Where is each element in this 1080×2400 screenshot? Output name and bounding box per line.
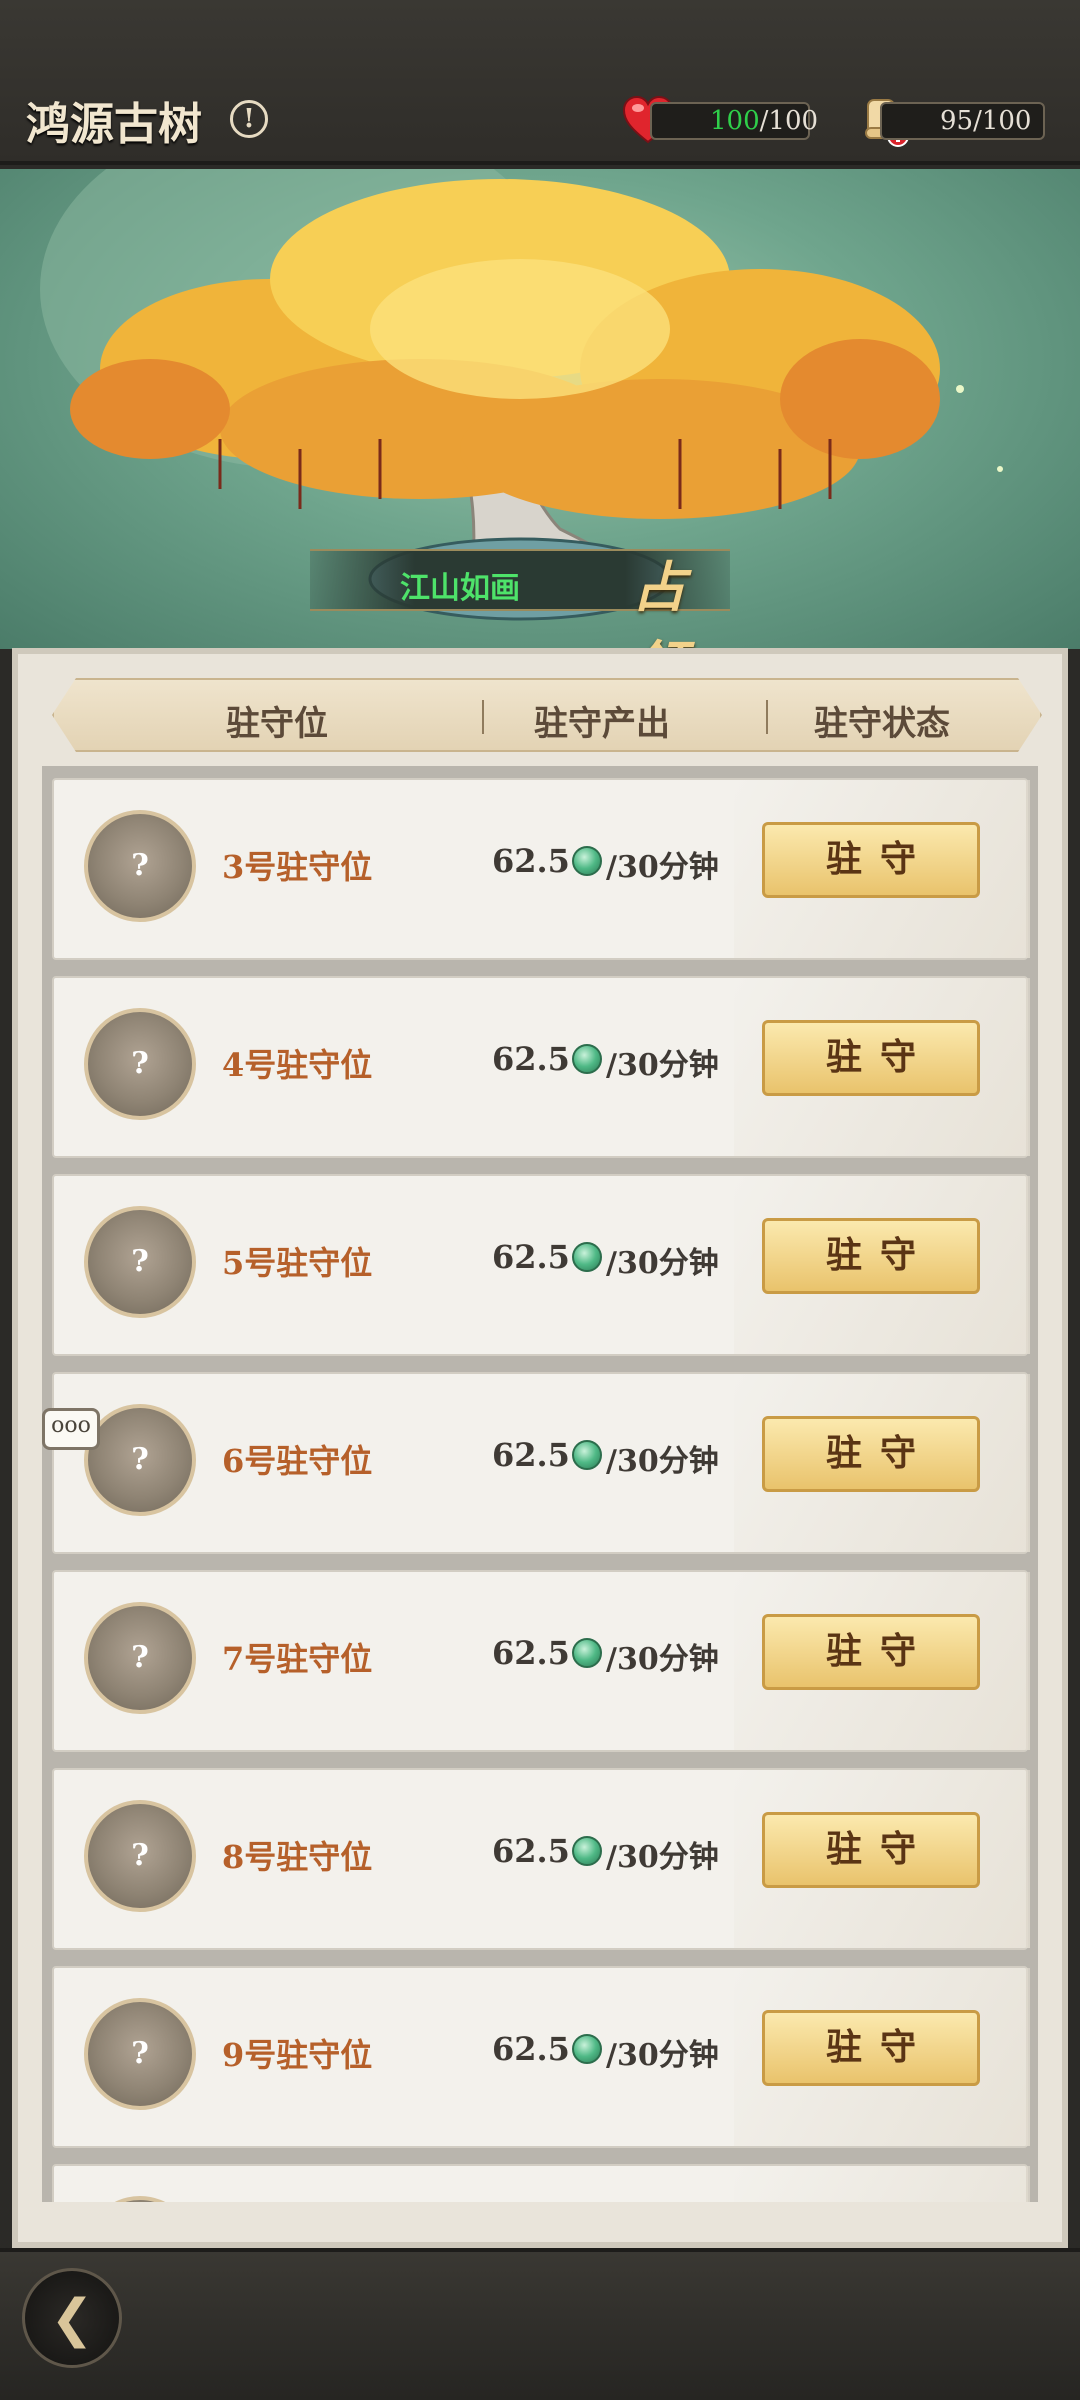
avatar-placeholder: ? xyxy=(131,848,149,883)
table-row: ? 5号驻守位 62.5 /30分钟 驻守 xyxy=(52,1174,1030,1356)
guard-button[interactable]: 驻守 xyxy=(762,1020,980,1096)
jade-coin-icon xyxy=(572,846,602,876)
slot-name: 4号驻守位 xyxy=(222,1046,373,1084)
table-row: ? 4号驻守位 62.5 /30分钟 驻守 xyxy=(52,976,1030,1158)
avatar-placeholder: ? xyxy=(131,2036,149,2071)
output-amount: 62.5 xyxy=(492,1832,570,1870)
output-amount: 62.5 xyxy=(492,1436,570,1474)
output-amount: 62.5 xyxy=(492,2030,570,2068)
slot-name: 6号驻守位 xyxy=(222,1442,373,1480)
jade-coin-icon xyxy=(572,1638,602,1668)
avatar[interactable]: ? xyxy=(84,1998,196,2110)
output-amount: 62.5 xyxy=(492,1634,570,1672)
stamina-current: 100 xyxy=(710,106,760,136)
header-status: 驻守状态 xyxy=(814,704,950,744)
table-row: ? 9号驻守位 62.5 /30分钟 驻守 xyxy=(52,1966,1030,2148)
slot-name: 8号驻守位 xyxy=(222,1838,373,1876)
table-row-partial xyxy=(52,2164,1030,2202)
output-rate: /30分钟 xyxy=(606,1444,719,1479)
back-button[interactable]: ❮ xyxy=(22,2268,122,2368)
avatar-placeholder: ? xyxy=(131,1046,149,1081)
guard-button[interactable]: 驻守 xyxy=(762,1812,980,1888)
top-bar: 鸿源古树 ! 100/100 95/100 xyxy=(0,0,1080,165)
avatar[interactable]: ? xyxy=(84,1404,196,1516)
avatar[interactable]: ? xyxy=(84,1602,196,1714)
jade-coin-icon xyxy=(572,1440,602,1470)
avatar[interactable]: ? xyxy=(84,1206,196,1318)
table-row: ? 3号驻守位 62.5 /30分钟 驻守 xyxy=(52,778,1030,960)
slot-name: 5号驻守位 xyxy=(222,1244,373,1282)
slot-name: 7号驻守位 xyxy=(222,1640,373,1678)
avatar-placeholder: ? xyxy=(131,1442,149,1477)
jade-coin-icon xyxy=(572,2034,602,2064)
avatar[interactable]: ? xyxy=(84,810,196,922)
output-rate: /30分钟 xyxy=(606,1048,719,1083)
output-rate: /30分钟 xyxy=(606,1642,719,1677)
occupy-label: 占领 xyxy=(632,555,686,649)
page-title: 鸿源古树 xyxy=(26,99,202,150)
avatar-placeholder: ? xyxy=(131,1244,149,1279)
scroll-counter: 95/100 xyxy=(880,102,1045,140)
output-rate: /30分钟 xyxy=(606,2038,719,2073)
output-rate: /30分钟 xyxy=(606,1840,719,1875)
guard-button[interactable]: 驻守 xyxy=(762,1614,980,1690)
table-row: ? 6号驻守位 62.5 /30分钟 驻守 xyxy=(52,1372,1030,1554)
output-rate: /30分钟 xyxy=(606,850,719,885)
garrison-list[interactable]: ? 3号驻守位 62.5 /30分钟 驻守 ? 4号驻守位 62.5 /30分钟… xyxy=(42,766,1038,2202)
bottom-bar xyxy=(0,2248,1080,2400)
avatar[interactable]: ? xyxy=(84,1800,196,1912)
header-output: 驻守产出 xyxy=(534,704,670,744)
guard-button[interactable]: 驻守 xyxy=(762,2010,980,2086)
slot-name: 9号驻守位 xyxy=(222,2036,373,2074)
header-divider xyxy=(766,700,768,734)
avatar-placeholder: ? xyxy=(131,1838,149,1873)
chat-bubble-icon[interactable]: ooo xyxy=(42,1408,100,1450)
output-amount: 62.5 xyxy=(492,842,570,880)
stamina-counter: 100/100 xyxy=(650,102,818,140)
guard-button[interactable]: 驻守 xyxy=(762,1218,980,1294)
avatar[interactable] xyxy=(84,2196,196,2202)
output-amount: 62.5 xyxy=(492,1040,570,1078)
jade-coin-icon xyxy=(572,1836,602,1866)
table-row: ? 7号驻守位 62.5 /30分钟 驻守 xyxy=(52,1570,1030,1752)
stamina-max: /100 xyxy=(759,106,819,136)
avatar-placeholder: ? xyxy=(131,1640,149,1675)
ancient-tree-scene: 江山如画 占领 xyxy=(0,169,1080,649)
slot-name: 3号驻守位 xyxy=(222,848,373,886)
back-icon: ❮ xyxy=(50,2289,94,2349)
output-amount: 62.5 xyxy=(492,1238,570,1276)
header-slot: 驻守位 xyxy=(226,704,328,744)
guard-button[interactable]: 驻守 xyxy=(762,822,980,898)
output-rate: /30分钟 xyxy=(606,1246,719,1281)
table-header: 驻守位 驻守产出 驻守状态 xyxy=(52,678,1042,752)
jade-coin-icon xyxy=(572,1242,602,1272)
avatar[interactable]: ? xyxy=(84,1008,196,1120)
table-row: ? 8号驻守位 62.5 /30分钟 驻守 xyxy=(52,1768,1030,1950)
garrison-panel: 驻守位 驻守产出 驻守状态 ? 3号驻守位 62.5 /30分钟 驻守 ? 4号… xyxy=(12,648,1068,2248)
jade-coin-icon xyxy=(572,1044,602,1074)
guard-button[interactable]: 驻守 xyxy=(762,1416,980,1492)
occupant-name: 江山如画 xyxy=(400,571,520,606)
header-divider xyxy=(482,700,484,734)
info-icon[interactable]: ! xyxy=(230,100,268,138)
occupant-banner: 江山如画 占领 xyxy=(310,549,730,649)
